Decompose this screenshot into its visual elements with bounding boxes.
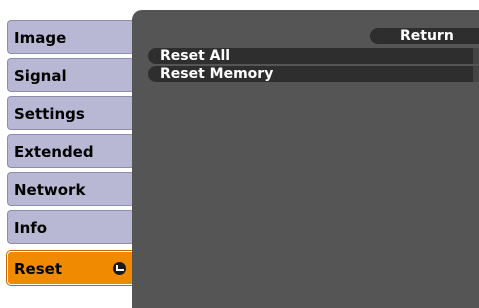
menu-item-label: Network (14, 181, 86, 199)
reset-all-option[interactable]: Reset All (148, 48, 479, 64)
menu-item-image[interactable]: Image (7, 20, 142, 54)
menu-item-reset[interactable]: Reset (6, 250, 136, 286)
menu-item-signal[interactable]: Signal (7, 58, 142, 92)
main-menu: Image Signal Settings Extended Network I… (0, 0, 145, 308)
menu-item-label: Extended (14, 143, 94, 161)
menu-item-label: Settings (14, 105, 85, 123)
menu-item-info[interactable]: Info (7, 210, 142, 244)
option-label: Reset Memory (160, 66, 274, 82)
reset-memory-option[interactable]: Reset Memory (148, 66, 479, 82)
option-edge (473, 48, 479, 64)
projector-menu-window: Image Signal Settings Extended Network I… (0, 0, 479, 308)
menu-item-label: Reset (14, 260, 62, 278)
return-button[interactable]: Return (370, 28, 479, 44)
menu-item-network[interactable]: Network (7, 172, 142, 206)
menu-item-label: Image (14, 29, 67, 47)
enter-icon (113, 262, 126, 275)
option-label: Reset All (160, 48, 231, 64)
submenu-panel: Return Reset All Reset Memory (132, 10, 479, 308)
option-edge (473, 66, 479, 82)
menu-item-settings[interactable]: Settings (7, 96, 142, 130)
menu-item-label: Signal (14, 67, 67, 85)
menu-item-label: Info (14, 219, 48, 237)
menu-item-extended[interactable]: Extended (7, 134, 142, 168)
